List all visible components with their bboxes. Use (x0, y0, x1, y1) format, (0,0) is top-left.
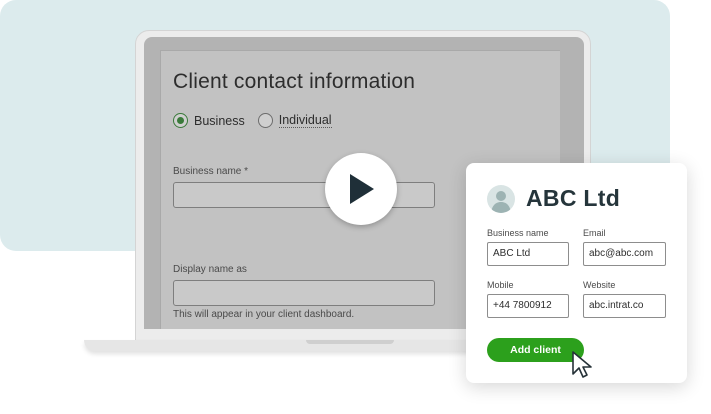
business-name-field[interactable]: ABC Ltd (487, 242, 569, 266)
laptop-notch (306, 340, 394, 344)
website-field[interactable]: abc.intrat.co (583, 294, 666, 318)
radio-individual-label: Individual (278, 113, 332, 128)
display-name-input[interactable] (173, 280, 435, 306)
person-avatar-icon (487, 185, 515, 213)
mobile-field-label: Mobile (487, 280, 514, 290)
website-field-label: Website (583, 280, 616, 290)
play-button[interactable] (325, 153, 397, 225)
display-name-label: Display name as (173, 264, 247, 275)
mouse-pointer-icon (572, 351, 592, 378)
email-field[interactable]: abc@abc.com (583, 242, 666, 266)
radio-business-label: Business (194, 113, 245, 128)
mobile-field[interactable]: +44 7800912 (487, 294, 569, 318)
radio-individual[interactable] (257, 113, 273, 128)
page-title: Client contact information (173, 70, 416, 93)
radio-business[interactable] (173, 113, 188, 128)
business-name-field-label: Business name (487, 228, 549, 238)
display-name-hint: This will appear in your client dashboar… (173, 309, 355, 320)
client-type-radio-group: Business Individual (173, 113, 345, 128)
business-name-label: Business name * (173, 166, 249, 177)
card-title: ABC Ltd (526, 185, 621, 211)
play-icon (350, 174, 374, 204)
email-field-label: Email (583, 228, 606, 238)
